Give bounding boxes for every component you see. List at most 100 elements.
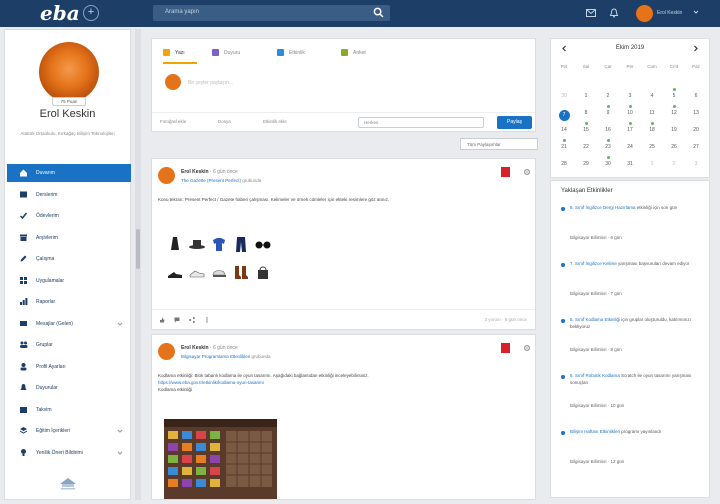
post-author[interactable]: Erol Keskin [181,169,209,175]
search-bar[interactable]: Arama yapın [153,5,390,21]
like-icon[interactable] [159,317,165,323]
calendar-day[interactable]: 11 [642,110,662,116]
calendar-day[interactable]: 30 [554,93,574,99]
chevron-down-icon[interactable] [117,450,123,456]
search-input[interactable]: Arama yapın [165,9,199,15]
sidebar-item[interactable]: Uygulamalar [7,272,131,290]
calendar-day[interactable]: 21 [554,144,574,150]
add-circle-icon[interactable]: + [83,5,99,21]
calendar-day[interactable]: 8 [576,110,596,116]
post-author-avatar[interactable] [158,343,175,360]
bookmark-flag-icon[interactable] [501,343,510,353]
post-author-avatar[interactable] [158,167,175,184]
event-link[interactable]: 8. Sınıf İngilizce Dergi Hazırlama [570,205,636,210]
sidebar-item[interactable]: Yenilik Öneri Bildirimi [7,444,131,462]
event-item[interactable]: 8. Sınıf İngilizce Dergi Hazırlama etkin… [561,205,703,257]
bag-image[interactable] [254,263,272,282]
eba-logo[interactable]: eba [40,3,80,23]
sidebar-item[interactable]: Çalışma [7,250,131,268]
sidebar-item[interactable]: Profil Ayarları [7,358,131,376]
composer-input[interactable]: Bir şeyler paylaşın... [188,80,233,86]
shoe-image[interactable] [166,263,184,282]
calendar-day[interactable]: 23 [598,144,618,150]
composer-tab[interactable]: Duyuru [212,49,240,56]
share-icon[interactable] [189,317,195,323]
calendar-day[interactable]: 15 [576,127,596,133]
pants-image[interactable] [232,235,250,254]
event-link[interactable]: 5. Sınıf Kodlama Etkinliği [570,317,620,322]
event-link[interactable]: Bilişim Haftası Etkinlikleri [570,429,620,434]
composer-tab[interactable]: Etkinlik [277,49,305,56]
sidebar-item[interactable]: Raporlar [7,293,131,311]
chevron-down-icon[interactable] [117,428,123,434]
user-avatar[interactable] [636,5,653,22]
more-options-icon[interactable] [204,317,210,323]
event-link[interactable]: 6. Sınıf Robotik Kodlama [570,373,620,378]
dress-image[interactable] [166,235,184,254]
attach-photo-button[interactable]: Fotoğraf ekle [160,119,186,124]
hat-image[interactable] [188,235,206,254]
calendar-day[interactable]: 26 [664,144,684,150]
event-item[interactable]: Bilişim Haftası Etkinlikleri programı ya… [561,429,703,481]
calendar-day[interactable]: 30 [598,161,618,167]
calendar-day[interactable]: 28 [554,161,574,167]
calendar-day[interactable]: 29 [576,161,596,167]
calendar-day[interactable]: 13 [686,110,706,116]
post-link[interactable]: https://www.eba.gov.tr/etkinlik/kodlama-… [158,379,528,386]
search-icon[interactable] [373,7,384,18]
event-link[interactable]: 7. Sınıf İngilizce Kelime [570,261,617,266]
calendar-day[interactable]: 24 [620,144,640,150]
calendar-day[interactable]: 2 [664,161,684,167]
calendar-day[interactable]: 1 [576,93,596,99]
calendar-day[interactable]: 18 [642,127,662,133]
sidebar-item[interactable]: Ödevlerim [7,207,131,225]
feed-filter-select[interactable]: Tüm Paylaşımlar [460,138,538,150]
sidebar-item[interactable]: Takvim [7,401,131,419]
chevron-down-icon[interactable] [117,321,123,327]
profile-name[interactable]: Erol Keskin [5,108,130,120]
share-button[interactable]: Paylaş [497,116,532,129]
calendar-day[interactable]: 14 [554,127,574,133]
calendar-day[interactable]: 12 [664,110,684,116]
sidebar-item[interactable]: Duyurular [7,379,131,397]
sidebar-item[interactable]: Eğitim İçerikleri [7,422,131,440]
calendar-day[interactable]: 31 [620,161,640,167]
calendar-day[interactable]: 20 [686,127,706,133]
gear-icon[interactable] [523,168,531,176]
calendar-day[interactable]: 7 [554,110,574,121]
game-screenshot-image[interactable] [164,419,277,499]
calendar-day[interactable]: 3 [620,93,640,99]
calendar-day[interactable]: 10 [620,110,640,116]
calendar-day[interactable]: 16 [598,127,618,133]
add-event-button[interactable]: Etkinlik ekle [263,119,287,124]
notifications-icon[interactable] [609,8,619,18]
calendar-day[interactable]: 1 [642,161,662,167]
composer-tab[interactable]: Yazı [163,49,185,56]
sidebar-item[interactable]: Duvarım [7,164,131,182]
calendar-day[interactable]: 5 [664,93,684,99]
cap-image[interactable] [210,263,228,282]
sidebar-item[interactable]: Derslerim [7,186,131,204]
post-author[interactable]: Erol Keskin [181,345,209,351]
profile-avatar[interactable] [39,42,99,102]
event-item[interactable]: 5. Sınıf Kodlama Etkinliği için gruplar … [561,317,703,369]
event-item[interactable]: 7. Sınıf İngilizce Kelime yarışması başv… [561,261,703,313]
calendar-day[interactable]: 4 [642,93,662,99]
shirt-image[interactable] [210,235,228,254]
sidebar-item[interactable]: Mesajlar (Gelen) [7,315,131,333]
audience-select[interactable]: Herkes [358,117,484,128]
calendar-day[interactable]: 9 [598,110,618,116]
sidebar-scrollbar[interactable] [135,29,141,500]
scrollbar-thumb[interactable] [136,229,140,269]
calendar-day[interactable]: 2 [598,93,618,99]
sneaker-image[interactable] [188,263,206,282]
calendar-day[interactable]: 6 [686,93,706,99]
calendar-day[interactable]: 27 [686,144,706,150]
attach-file-button[interactable]: Dosya [218,119,231,124]
sidebar-item[interactable]: Arşivlerim [7,229,131,247]
chevron-down-icon[interactable] [693,9,699,15]
calendar-day[interactable]: 19 [664,127,684,133]
composer-tab[interactable]: Anket [341,49,366,56]
calendar-day[interactable]: 25 [642,144,662,150]
user-name[interactable]: Erol Keskin [657,10,682,16]
